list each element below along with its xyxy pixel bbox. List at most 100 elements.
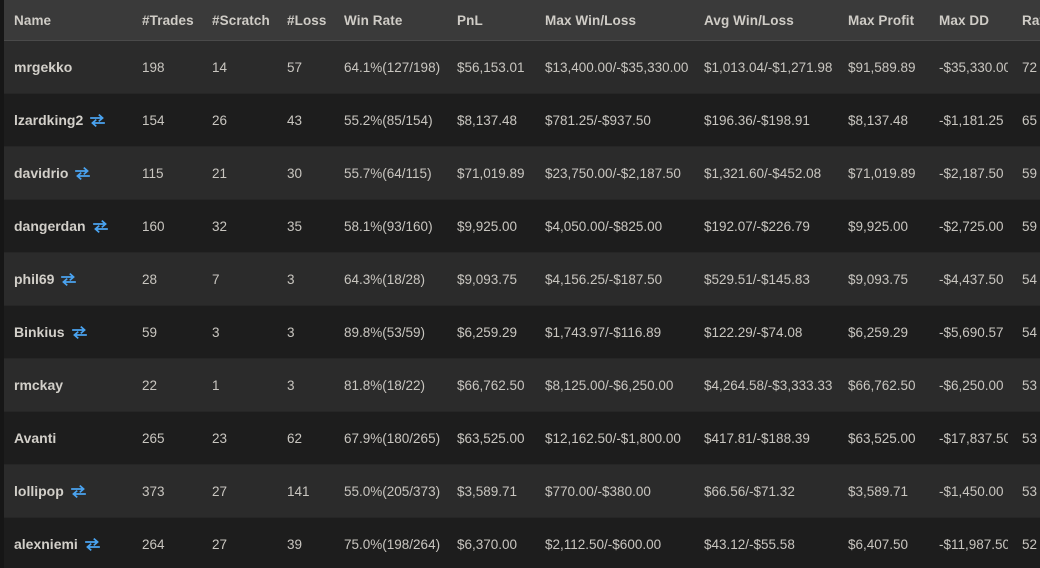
cell-name[interactable]: Binkius bbox=[0, 305, 128, 359]
cell-scratch: 1 bbox=[198, 358, 273, 412]
table-header: Name #Trades #Scratch #Loss Win Rate PnL Max W… bbox=[0, 0, 1040, 41]
cell-value: 54 bbox=[1022, 271, 1038, 287]
column-header-scratch[interactable]: #Scratch bbox=[198, 0, 273, 41]
table-row[interactable]: rmckay 22 1 3 81.8%(18/22) $66,762.50 $8,125.0… bbox=[0, 358, 1040, 412]
cell-name[interactable]: phil69 bbox=[0, 252, 128, 306]
column-header-label: Rati bbox=[1022, 12, 1040, 28]
cell-value: 72 bbox=[1022, 59, 1038, 75]
cell-ratio: 65 bbox=[1008, 93, 1040, 147]
cell-value: -$2,187.50 bbox=[939, 165, 1004, 181]
cell-value: 27 bbox=[212, 483, 228, 499]
cell-value: 3 bbox=[287, 271, 295, 287]
cell-trades: 373 bbox=[128, 464, 198, 518]
cell-value: $4,050.00/-$825.00 bbox=[545, 218, 663, 234]
column-header-name[interactable]: Name bbox=[0, 0, 128, 41]
cell-value: 28 bbox=[142, 271, 158, 287]
cell-value: $56,153.01 bbox=[457, 59, 525, 75]
cell-value: 53 bbox=[1022, 377, 1038, 393]
cell-value: 3 bbox=[212, 324, 220, 340]
cell-max_profit: $6,407.50 bbox=[834, 517, 925, 568]
cell-value: 58.1%(93/160) bbox=[344, 218, 433, 234]
cell-value: $91,589.89 bbox=[848, 59, 916, 75]
cell-win_rate: 67.9%(180/265) bbox=[330, 411, 443, 465]
exchange-arrows-icon[interactable] bbox=[70, 484, 86, 498]
cell-name[interactable]: lollipop bbox=[0, 464, 128, 518]
exchange-arrows-icon[interactable] bbox=[61, 272, 77, 286]
cell-max_dd: -$11,987.50 bbox=[925, 517, 1008, 568]
cell-trades: 115 bbox=[128, 146, 198, 200]
cell-scratch: 21 bbox=[198, 146, 273, 200]
column-header-max_dd[interactable]: Max DD bbox=[925, 0, 1008, 41]
table-row[interactable]: Binkius 59 3 3 89.8%(53/59) $6,259.29 $1,743.9… bbox=[0, 305, 1040, 359]
cell-value: $66,762.50 bbox=[848, 377, 916, 393]
cell-max_wl: $8,125.00/-$6,250.00 bbox=[531, 358, 690, 412]
cell-value: 55.0%(205/373) bbox=[344, 483, 441, 499]
cell-max_dd: -$6,250.00 bbox=[925, 358, 1008, 412]
cell-name[interactable]: rmckay bbox=[0, 358, 128, 412]
cell-value: 59 bbox=[142, 324, 158, 340]
trader-name: dangerdan bbox=[14, 218, 86, 234]
column-header-label: Name bbox=[14, 12, 52, 28]
table-scroll-container[interactable]: Name #Trades #Scratch #Loss Win Rate PnL Max W… bbox=[0, 0, 1040, 568]
column-header-avg_wl[interactable]: Avg Win/Loss bbox=[690, 0, 834, 41]
cell-name[interactable]: alexniemi bbox=[0, 517, 128, 568]
cell-value: 14 bbox=[212, 59, 228, 75]
cell-avg_wl: $122.29/-$74.08 bbox=[690, 305, 834, 359]
column-header-trades[interactable]: #Trades bbox=[128, 0, 198, 41]
column-header-max_wl[interactable]: Max Win/Loss bbox=[531, 0, 690, 41]
table-row[interactable]: davidrio 115 21 30 55.7%(64/115) $71,019.89 $2… bbox=[0, 146, 1040, 200]
cell-pnl: $63,525.00 bbox=[443, 411, 531, 465]
cell-loss: 3 bbox=[273, 358, 330, 412]
cell-ratio: 53 bbox=[1008, 411, 1040, 465]
cell-trades: 154 bbox=[128, 93, 198, 147]
exchange-arrows-icon[interactable] bbox=[92, 219, 108, 233]
cell-value: 265 bbox=[142, 430, 165, 446]
cell-name[interactable]: lzardking2 bbox=[0, 93, 128, 147]
column-header-ratio[interactable]: Rati bbox=[1008, 0, 1040, 41]
cell-ratio: 54 bbox=[1008, 305, 1040, 359]
table-row[interactable]: mrgekko 198 14 57 64.1%(127/198) $56,153.01 $1… bbox=[0, 40, 1040, 94]
cell-value: $3,589.71 bbox=[848, 483, 909, 499]
cell-avg_wl: $529.51/-$145.83 bbox=[690, 252, 834, 306]
cell-ratio: 53 bbox=[1008, 464, 1040, 518]
cell-max_dd: -$1,450.00 bbox=[925, 464, 1008, 518]
cell-value: -$11,987.50 bbox=[939, 536, 1008, 552]
cell-scratch: 26 bbox=[198, 93, 273, 147]
cell-name[interactable]: dangerdan bbox=[0, 199, 128, 253]
cell-name[interactable]: Avanti bbox=[0, 411, 128, 465]
table-row[interactable]: phil69 28 7 3 64.3%(18/28) $9,093.75 $4,156.25… bbox=[0, 252, 1040, 306]
column-header-loss[interactable]: #Loss bbox=[273, 0, 330, 41]
cell-value: $3,589.71 bbox=[457, 483, 518, 499]
table-row[interactable]: lollipop 373 27 141 55.0%(205/373) $3,589.71 $… bbox=[0, 464, 1040, 518]
table-row[interactable]: lzardking2 154 26 43 55.2%(85/154) $8,137.48 $… bbox=[0, 93, 1040, 147]
exchange-arrows-icon[interactable] bbox=[84, 537, 100, 551]
cell-max_profit: $9,925.00 bbox=[834, 199, 925, 253]
exchange-arrows-icon[interactable] bbox=[75, 166, 91, 180]
exchange-arrows-icon[interactable] bbox=[71, 325, 87, 339]
cell-value: -$17,837.50 bbox=[939, 430, 1008, 446]
column-header-max_profit[interactable]: Max Profit bbox=[834, 0, 925, 41]
cell-avg_wl: $66.56/-$71.32 bbox=[690, 464, 834, 518]
column-header-win_rate[interactable]: Win Rate bbox=[330, 0, 443, 41]
cell-avg_wl: $4,264.58/-$3,333.33 bbox=[690, 358, 834, 412]
cell-value: 1 bbox=[212, 377, 220, 393]
cell-value: -$1,450.00 bbox=[939, 483, 1004, 499]
cell-name[interactable]: mrgekko bbox=[0, 40, 128, 94]
cell-value: 89.8%(53/59) bbox=[344, 324, 426, 340]
cell-loss: 141 bbox=[273, 464, 330, 518]
exchange-arrows-icon[interactable] bbox=[90, 113, 106, 127]
cell-name[interactable]: davidrio bbox=[0, 146, 128, 200]
cell-value: 3 bbox=[287, 324, 295, 340]
table-row[interactable]: Avanti 265 23 62 67.9%(180/265) $63,525.00 $12… bbox=[0, 411, 1040, 465]
cell-win_rate: 55.0%(205/373) bbox=[330, 464, 443, 518]
cell-win_rate: 81.8%(18/22) bbox=[330, 358, 443, 412]
cell-ratio: 53 bbox=[1008, 358, 1040, 412]
cell-value: -$4,437.50 bbox=[939, 271, 1004, 287]
trader-name: alexniemi bbox=[14, 536, 78, 552]
cell-value: $63,525.00 bbox=[848, 430, 916, 446]
cell-ratio: 52 bbox=[1008, 517, 1040, 568]
cell-value: $781.25/-$937.50 bbox=[545, 112, 651, 128]
table-row[interactable]: alexniemi 264 27 39 75.0%(198/264) $6,370.00 $… bbox=[0, 517, 1040, 568]
table-row[interactable]: dangerdan 160 32 35 58.1%(93/160) $9,925.00 $4… bbox=[0, 199, 1040, 253]
column-header-pnl[interactable]: PnL bbox=[443, 0, 531, 41]
